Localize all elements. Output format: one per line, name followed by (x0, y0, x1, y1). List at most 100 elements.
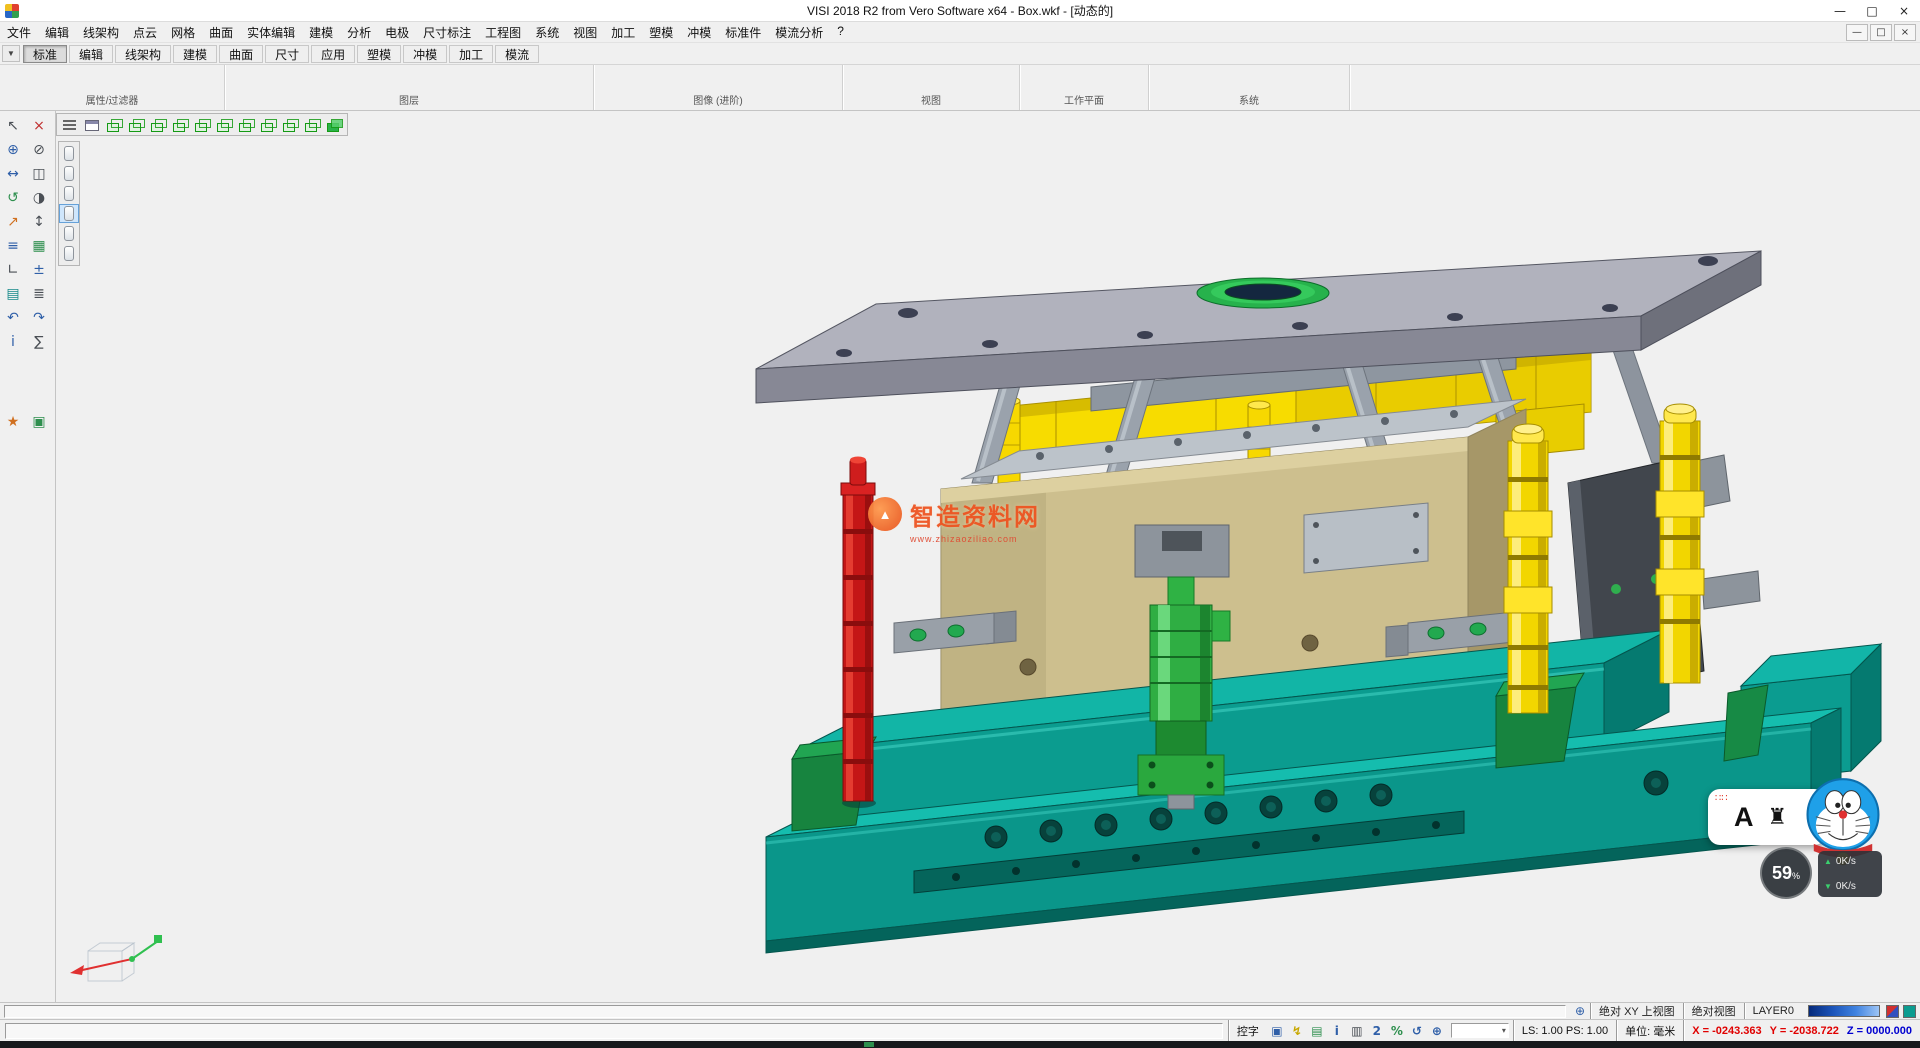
battery-percent-badge[interactable]: 59% (1760, 847, 1812, 899)
item[interactable] (943, 69, 967, 93)
item[interactable] (373, 69, 397, 93)
view-cube-icon[interactable] (148, 116, 168, 134)
item[interactable] (253, 69, 277, 93)
stretch-icon[interactable]: ↕ (26, 210, 52, 234)
scale-icon[interactable]: ↗ (0, 210, 26, 234)
item[interactable] (148, 69, 172, 93)
menu-item[interactable]: 建模 (302, 22, 340, 43)
quick-render-icon[interactable]: ↯ (1287, 1022, 1307, 1040)
item[interactable] (766, 69, 790, 93)
item[interactable] (895, 69, 919, 93)
close-button[interactable]: × (1888, 0, 1920, 21)
menu-item[interactable]: 网格 (164, 22, 202, 43)
item[interactable] (397, 69, 421, 93)
menu-item[interactable]: 视图 (566, 22, 604, 43)
item[interactable] (646, 69, 670, 93)
menu-item[interactable]: 塑模 (642, 22, 680, 43)
menu-item[interactable]: 编辑 (38, 22, 76, 43)
menu-item[interactable]: 线架构 (76, 22, 126, 43)
menu-item[interactable]: 点云 (126, 22, 164, 43)
mdi-minimize-button[interactable]: — (1846, 24, 1868, 41)
minimize-button[interactable]: — (1824, 0, 1856, 21)
item[interactable] (1273, 69, 1297, 93)
zoom-status-icon[interactable]: ⊕ (1427, 1022, 1447, 1040)
item[interactable] (196, 69, 220, 93)
item[interactable] (1249, 69, 1273, 93)
workspace-tab[interactable]: 应用 (311, 45, 355, 63)
offset-icon[interactable]: ≡ (0, 234, 26, 258)
display-pill-icon[interactable] (60, 185, 78, 202)
erase-icon[interactable]: ⊘ (26, 138, 52, 162)
item[interactable] (517, 69, 541, 93)
undo-icon[interactable]: ↶ (0, 306, 26, 330)
zoom-in-icon[interactable]: ⊕ (0, 138, 26, 162)
item[interactable] (76, 69, 100, 93)
info-icon[interactable]: i (1327, 1022, 1347, 1040)
mdi-close-button[interactable]: × (1894, 24, 1916, 41)
workspace-tab[interactable]: 线架构 (115, 45, 171, 63)
item[interactable] (124, 69, 148, 93)
rotate-icon[interactable]: ↺ (0, 186, 26, 210)
menu-item[interactable]: 加工 (604, 22, 642, 43)
measure-icon[interactable]: ∟ (0, 258, 26, 282)
item[interactable] (229, 69, 253, 93)
copy-icon[interactable]: ◫ (26, 162, 52, 186)
menu-item[interactable]: 标准件 (718, 22, 768, 43)
absolute-view-label[interactable]: 绝对视图 (1683, 1003, 1744, 1019)
item[interactable] (565, 69, 589, 93)
menu-item[interactable]: ? (830, 22, 851, 43)
viewport-3d[interactable]: ▲ 智造资料网 www.zhizaoziliao.com ∷∷ A ♜ (56, 111, 1920, 1002)
item[interactable] (1201, 69, 1225, 93)
item[interactable] (598, 69, 622, 93)
array-icon[interactable]: ▦ (26, 234, 52, 258)
properties-panel-icon[interactable]: ≣ (26, 282, 52, 306)
view-cube-icon[interactable] (192, 116, 212, 134)
item[interactable] (622, 69, 646, 93)
item[interactable] (100, 69, 124, 93)
display-pill-icon[interactable] (60, 165, 78, 182)
menu-item[interactable]: 工程图 (478, 22, 528, 43)
percent-icon[interactable]: % (1387, 1022, 1407, 1040)
item[interactable] (469, 69, 493, 93)
view-2-icon[interactable]: 2 (1367, 1022, 1387, 1040)
menu-item[interactable]: 尺寸标注 (416, 22, 478, 43)
menu-item[interactable]: 实体编辑 (240, 22, 302, 43)
info-tool-icon[interactable]: i (0, 330, 26, 354)
move-icon[interactable]: ↔ (0, 162, 26, 186)
select-icon[interactable]: ↖ (0, 114, 26, 138)
view-cube-icon[interactable] (280, 116, 300, 134)
item[interactable] (172, 69, 196, 93)
sum-icon[interactable]: ∑ (26, 330, 52, 354)
display-pill-active-icon[interactable] (60, 205, 78, 222)
item[interactable] (1096, 69, 1120, 93)
status-zoom-icon[interactable]: ⊕ (1570, 1004, 1590, 1019)
item[interactable] (28, 69, 52, 93)
menu-item[interactable]: 电极 (378, 22, 416, 43)
item[interactable] (847, 69, 871, 93)
item[interactable] (421, 69, 445, 93)
mdi-restore-button[interactable]: □ (1870, 24, 1892, 41)
item[interactable] (967, 69, 991, 93)
workspace-tab[interactable]: 标准 (23, 45, 67, 63)
item[interactable] (1153, 69, 1177, 93)
display-pill-icon[interactable] (60, 225, 78, 242)
workspace-tab[interactable]: 编辑 (69, 45, 113, 63)
item[interactable] (919, 69, 943, 93)
workspace-tab[interactable]: 建模 (173, 45, 217, 63)
item[interactable] (991, 69, 1015, 93)
maximize-button[interactable]: □ (1856, 0, 1888, 21)
item[interactable] (718, 69, 742, 93)
menu-item[interactable]: 模流分析 (768, 22, 830, 43)
menu-item[interactable]: 曲面 (202, 22, 240, 43)
color-swatch[interactable] (1886, 1005, 1899, 1018)
menu-item[interactable]: 文件 (0, 22, 38, 43)
view-cube-icon[interactable] (214, 116, 234, 134)
workspace-tab[interactable]: 加工 (449, 45, 493, 63)
model-locating-ring[interactable] (1197, 278, 1329, 308)
net-speed-panel[interactable]: ▲0K/s ▼0K/s (1818, 851, 1882, 897)
dimension-icon[interactable]: ± (26, 258, 52, 282)
item[interactable] (493, 69, 517, 93)
item[interactable] (670, 69, 694, 93)
item[interactable] (4, 69, 28, 93)
workspace-tab[interactable]: 冲模 (403, 45, 447, 63)
